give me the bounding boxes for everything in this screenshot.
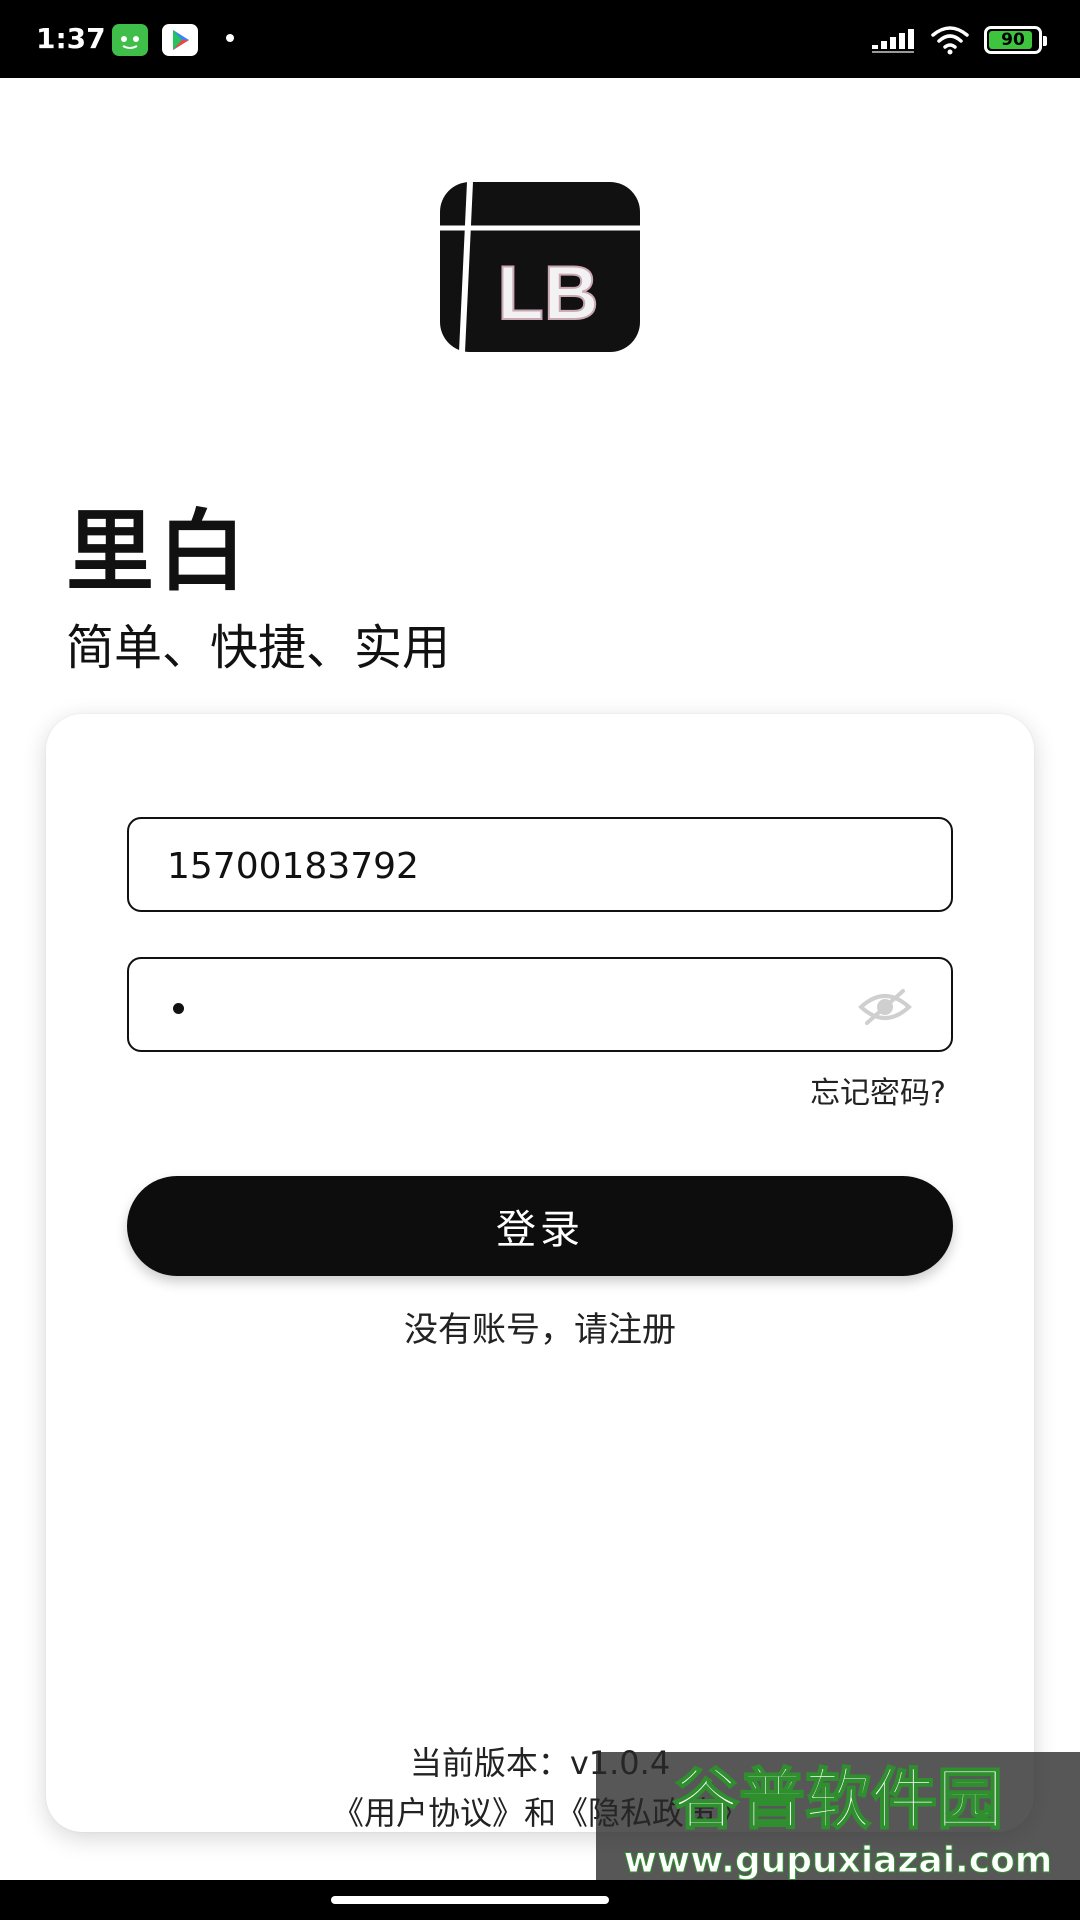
user-agreement-link[interactable]: 《用户协议》和: [332, 1794, 556, 1832]
phone-input-value[interactable]: 15700183792: [167, 846, 419, 887]
password-field[interactable]: [127, 957, 953, 1052]
status-bar: 1:37 90: [0, 0, 1080, 78]
register-link[interactable]: 没有账号，请注册: [0, 1302, 1080, 1351]
logo-text: LB: [497, 251, 598, 336]
app-logo: LB: [438, 181, 640, 353]
status-time: 1:37: [36, 22, 106, 55]
phone-field[interactable]: 15700183792: [127, 817, 953, 912]
battery-icon: 90: [984, 26, 1047, 54]
wifi-icon: [931, 26, 969, 55]
watermark-title: 谷普软件园: [673, 1761, 1003, 1838]
forgot-password-link[interactable]: 忘记密码?: [810, 1068, 946, 1112]
notification-dot: [226, 34, 234, 42]
login-button[interactable]: 登录: [127, 1176, 953, 1276]
game-app-icon: [112, 24, 148, 56]
eye-off-icon[interactable]: [857, 987, 913, 1027]
play-store-icon: [162, 24, 198, 56]
status-right-group: 90: [872, 24, 1047, 56]
signal-icon: [872, 29, 914, 53]
navigation-bar: [0, 1880, 1080, 1920]
password-mask: [173, 1003, 184, 1014]
watermark-url: www.gupuxiazai.com: [624, 1840, 1053, 1881]
home-indicator[interactable]: [331, 1896, 609, 1904]
watermark: 谷普软件园 www.gupuxiazai.com: [596, 1752, 1080, 1886]
battery-tip: [1043, 36, 1047, 46]
app-slogan: 简单、快捷、实用: [66, 620, 451, 676]
app-title: 里白: [66, 500, 251, 603]
battery-level: 90: [1001, 30, 1025, 50]
